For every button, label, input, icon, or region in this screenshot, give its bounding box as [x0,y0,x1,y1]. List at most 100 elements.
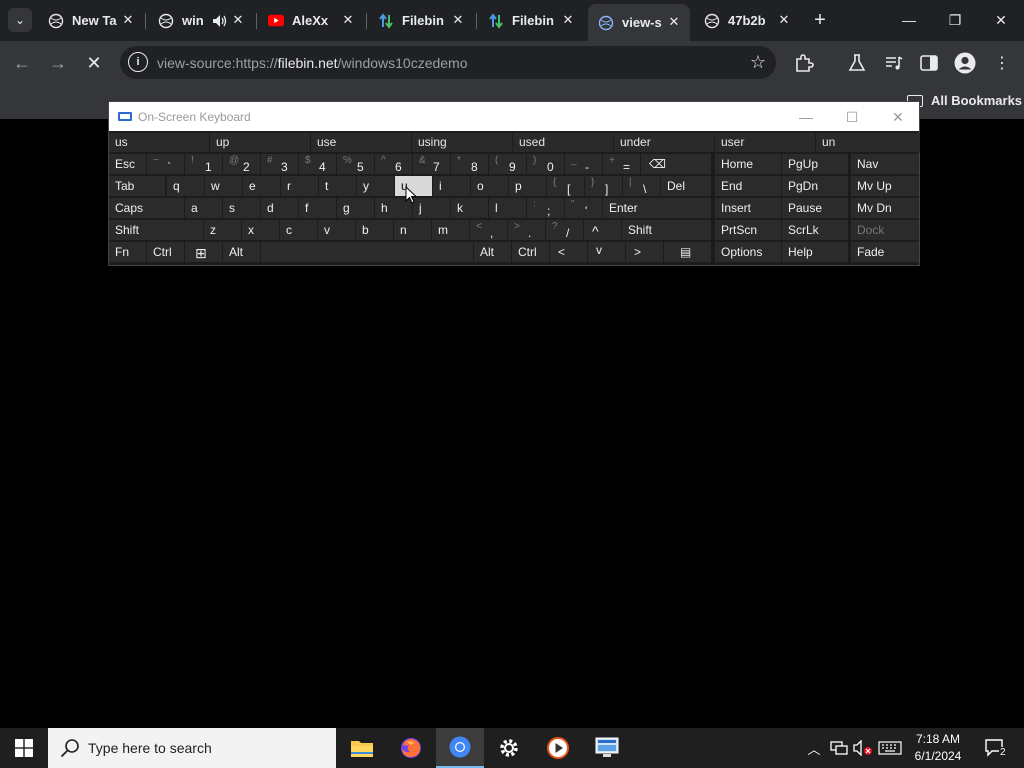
info-icon[interactable]: i [128,52,148,72]
key-help[interactable]: Help [782,242,848,262]
key-s[interactable]: s [223,198,260,218]
start-button[interactable] [0,728,48,768]
suggestion[interactable]: us [109,133,209,152]
tab-view-source[interactable]: view-s ✕ [588,4,690,41]
suggestion[interactable]: user [715,133,815,152]
key-z[interactable]: z [204,220,241,240]
key-ctrl-right[interactable]: Ctrl [512,242,549,262]
tray-overflow-button[interactable]: ︿ [804,728,824,768]
key-d[interactable]: d [261,198,298,218]
key-pause[interactable]: Pause [782,198,848,218]
close-window-button[interactable]: ✕ [978,0,1024,40]
key-e[interactable]: e [243,176,280,196]
side-panel-icon[interactable] [918,52,940,74]
key-enter[interactable]: Enter [603,198,711,218]
key-nav[interactable]: Nav [851,154,919,174]
key-backslash[interactable]: | \ [623,176,660,196]
tab-win[interactable]: win ✕ [148,6,254,35]
key-r[interactable]: r [281,176,318,196]
new-tab-button[interactable]: + [808,8,832,32]
taskbar-clock[interactable]: 7:18 AM 6/1/2024 [900,731,976,765]
taskbar-chrome[interactable] [436,728,484,768]
key-mv-up[interactable]: Mv Up [851,176,919,196]
key-pgdn[interactable]: PgDn [782,176,848,196]
key-quote[interactable]: " ' [565,198,602,218]
key-scrlk[interactable]: ScrLk [782,220,848,240]
taskbar-search[interactable]: Type here to search [48,728,336,768]
key-arrow-up[interactable]: ^ [584,220,621,240]
osk-title-bar[interactable]: On-Screen Keyboard — ☐ ✕ [109,102,919,131]
key-8[interactable]: * 8 [451,154,488,174]
tab-filebin-1[interactable]: Filebin ✕ [368,6,474,35]
taskbar-media-player[interactable] [534,728,582,768]
tab-alexx[interactable]: AleXx ✕ [258,6,364,35]
key-pgup[interactable]: PgUp [782,154,848,174]
key-esc[interactable]: Esc [109,154,146,174]
key-y[interactable]: y [357,176,394,196]
tab-filebin-2[interactable]: Filebin ✕ [478,6,584,35]
key-g[interactable]: g [337,198,374,218]
key-slash[interactable]: ? / [546,220,583,240]
key-o[interactable]: o [471,176,508,196]
taskbar-file-explorer[interactable] [338,728,386,768]
key-alt-right[interactable]: Alt [474,242,511,262]
suggestion[interactable]: using [412,133,512,152]
suggestion[interactable]: up [210,133,310,152]
key-mv-dn[interactable]: Mv Dn [851,198,919,218]
close-icon[interactable]: ✕ [340,12,356,28]
key-w[interactable]: w [205,176,242,196]
minimize-button[interactable]: — [886,0,932,40]
key-end[interactable]: End [715,176,781,196]
key-2[interactable]: @2 [223,154,260,174]
key-a[interactable]: a [185,198,222,218]
key-c[interactable]: c [280,220,317,240]
taskbar-firefox[interactable] [387,728,435,768]
suggestion[interactable]: under [614,133,714,152]
key-i[interactable]: i [433,176,470,196]
key-fn[interactable]: Fn [109,242,146,262]
tray-network[interactable] [828,728,850,768]
osk-close-button[interactable]: ✕ [883,106,913,128]
back-button[interactable]: ← [8,49,36,77]
speaker-icon[interactable] [212,14,228,28]
tray-volume[interactable] [852,728,874,768]
key-equals[interactable]: + = [603,154,640,174]
labs-flask-icon[interactable] [846,52,868,74]
key-del[interactable]: Del [661,176,711,196]
key-b[interactable]: b [356,220,393,240]
key-shift-left[interactable]: Shift [109,220,203,240]
key-6[interactable]: ^ 6 [375,154,412,174]
url-text[interactable]: view-source:https://filebin.net/windows1… [157,55,468,71]
key-options[interactable]: Options [715,242,781,262]
key-x[interactable]: x [242,220,279,240]
key-p[interactable]: p [509,176,546,196]
suggestion[interactable]: un [816,133,920,152]
key-alt-left[interactable]: Alt [223,242,260,262]
key-backtick[interactable]: ~ ` [147,154,184,174]
close-icon[interactable]: ✕ [776,12,792,28]
key-5[interactable]: % 5 [337,154,374,174]
osk-maximize-button[interactable]: ☐ [837,106,867,128]
key-prtscn[interactable]: PrtScn [715,220,781,240]
address-bar[interactable]: i view-source:https://filebin.net/window… [120,46,776,79]
taskbar-remote-desktop[interactable] [583,728,631,768]
key-4[interactable]: $4 [299,154,336,174]
key-backspace[interactable]: ⌫ [641,154,711,174]
key-l[interactable]: l [489,198,526,218]
stop-button[interactable]: ✕ [80,49,108,77]
tab-47b2b[interactable]: 47b2b ✕ [694,6,800,35]
key-tab[interactable]: Tab [109,176,165,196]
key-q[interactable]: q [167,176,204,196]
media-queue-icon[interactable] [883,52,905,74]
close-icon[interactable]: ✕ [560,12,576,28]
suggestion[interactable]: used [513,133,613,152]
key-insert[interactable]: Insert [715,198,781,218]
close-icon[interactable]: ✕ [450,12,466,28]
restore-button[interactable]: ❐ [932,0,978,40]
key-dock[interactable]: Dock [851,220,919,240]
action-center-button[interactable]: 2 [980,728,1010,768]
tab-search-button[interactable]: ⌄ [8,8,32,32]
key-0[interactable]: ) 0 [527,154,564,174]
forward-button[interactable]: → [44,49,72,77]
key-n[interactable]: n [394,220,431,240]
